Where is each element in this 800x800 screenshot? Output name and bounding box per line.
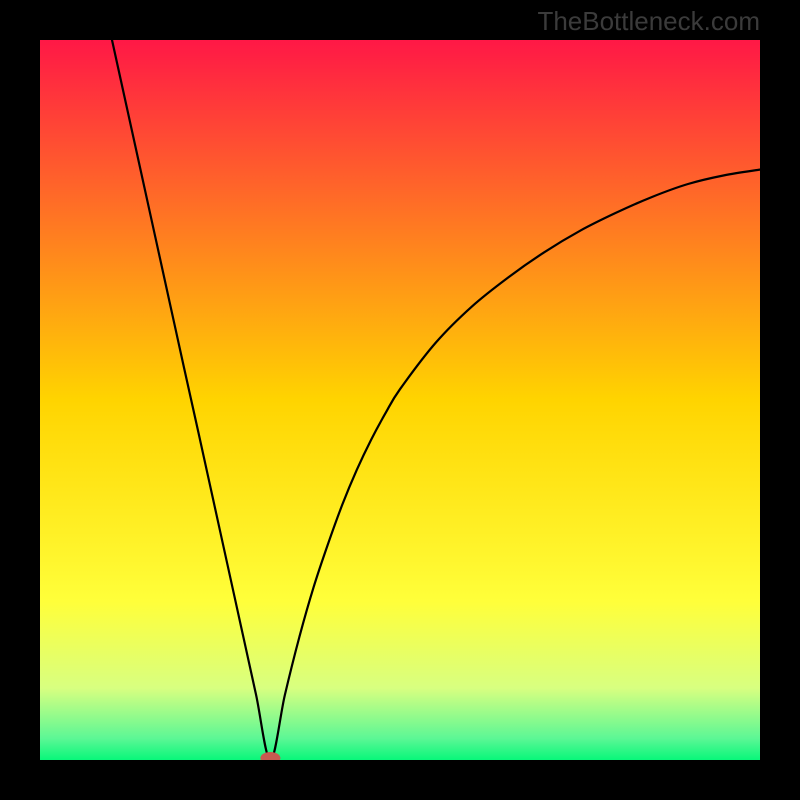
chart-frame: TheBottleneck.com	[0, 0, 800, 800]
watermark-text: TheBottleneck.com	[537, 6, 760, 37]
bottleneck-chart	[40, 40, 760, 760]
chart-background	[40, 40, 760, 760]
